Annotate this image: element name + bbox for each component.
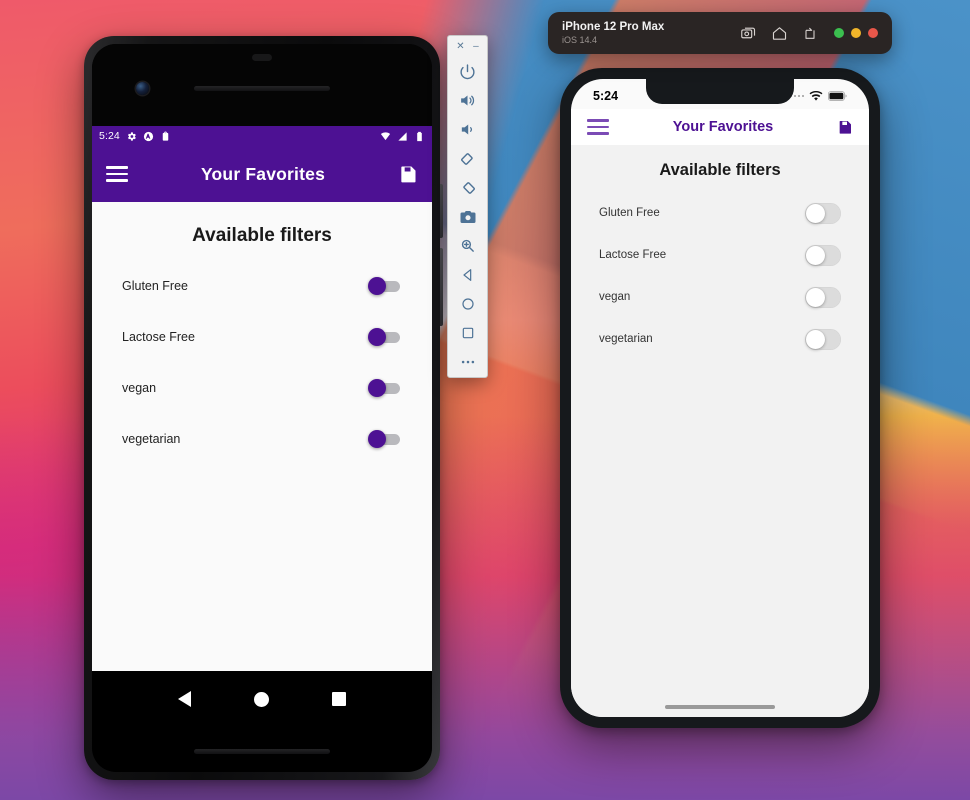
ios-status-time: 5:24 xyxy=(593,89,619,103)
ios-os-version: iOS 14.4 xyxy=(562,34,598,45)
ios-app-bar: Your Favorites xyxy=(571,109,869,145)
floppy-disk-save-icon[interactable] xyxy=(837,119,853,135)
filter-label: vegetarian xyxy=(122,431,181,446)
ios-screen: 5:24 Your Favorites Available filters Gl… xyxy=(571,79,869,717)
emulator-window-buttons: ✕ – xyxy=(448,36,487,57)
hamburger-menu-icon[interactable] xyxy=(106,166,128,182)
volume-down-button[interactable] xyxy=(447,115,488,144)
toggle-switch-lactose-free[interactable] xyxy=(368,327,402,346)
rotate-left-button[interactable] xyxy=(447,144,488,173)
wifi-icon xyxy=(380,131,391,140)
toggle-switch-vegetarian[interactable] xyxy=(368,429,402,448)
ios-simulator-titlebar: iPhone 12 Pro Max iOS 14.4 xyxy=(548,12,892,54)
android-status-time: 5:24 xyxy=(99,130,120,142)
android-status-bar: 5:24 xyxy=(92,126,432,146)
filter-label: vegan xyxy=(122,380,157,395)
filter-label: Lactose Free xyxy=(122,329,195,344)
screenshot-icon[interactable] xyxy=(740,25,757,42)
battery-icon xyxy=(417,131,422,141)
ios-notch xyxy=(646,79,794,104)
close-window-button[interactable] xyxy=(868,28,878,38)
filter-label: Gluten Free xyxy=(599,207,660,219)
android-navigation-bar xyxy=(92,671,432,727)
cellular-icon xyxy=(398,131,407,141)
home-icon[interactable] xyxy=(771,25,788,42)
volume-up-button[interactable] xyxy=(447,86,488,115)
table-row[interactable]: Gluten Free xyxy=(92,263,432,308)
ios-content: Available filters Gluten Free Lactose Fr… xyxy=(571,145,869,717)
filter-label: Gluten Free xyxy=(122,278,189,293)
ios-simulator-window: iPhone 12 Pro Max iOS 14.4 5:24 Your Fav… xyxy=(548,12,892,728)
table-row[interactable]: vegan xyxy=(92,365,432,410)
more-options-button[interactable] xyxy=(447,347,488,376)
android-screen: 5:24 Your Favorites Available filters Gl… xyxy=(92,126,432,671)
filter-label: vegan xyxy=(599,291,631,303)
toggle-switch-gluten-free[interactable] xyxy=(368,276,402,295)
wifi-icon xyxy=(809,90,823,101)
ios-page-heading: Available filters xyxy=(659,161,781,179)
table-row[interactable]: Lactose Free xyxy=(92,314,432,359)
close-icon[interactable]: ✕ xyxy=(456,41,464,52)
earpiece-speaker xyxy=(194,86,330,91)
emulator-toolbar: ✕ – xyxy=(447,35,488,378)
home-button[interactable] xyxy=(447,289,488,318)
toggle-switch-vegetarian[interactable] xyxy=(805,328,841,350)
window-traffic-lights xyxy=(834,28,878,38)
list-item[interactable]: vegan xyxy=(571,276,869,318)
toggle-switch-gluten-free[interactable] xyxy=(805,202,841,224)
rotate-icon[interactable] xyxy=(802,25,818,41)
screenshot-camera-button[interactable] xyxy=(447,202,488,231)
ios-app-title: Your Favorites xyxy=(672,119,774,135)
list-item[interactable]: Lactose Free xyxy=(571,234,869,276)
recents-button[interactable] xyxy=(332,692,347,706)
ios-home-indicator[interactable] xyxy=(665,705,775,709)
bottom-speaker xyxy=(194,749,330,754)
android-app-title: Your Favorites xyxy=(200,163,326,184)
toggle-switch-lactose-free[interactable] xyxy=(805,244,841,266)
back-button[interactable] xyxy=(177,691,191,707)
minimize-icon[interactable]: – xyxy=(473,41,479,52)
android-content: Available filters Gluten Free Lactose Fr… xyxy=(92,202,432,461)
back-button[interactable] xyxy=(447,260,488,289)
overview-button[interactable] xyxy=(447,318,488,347)
battery-icon xyxy=(828,91,847,101)
android-page-heading: Available filters xyxy=(192,225,332,246)
rotate-right-button[interactable] xyxy=(447,173,488,202)
android-device-body: 5:24 Your Favorites Available filters Gl… xyxy=(92,44,432,772)
home-button[interactable] xyxy=(253,691,269,707)
power-button[interactable] xyxy=(447,57,488,86)
ios-device-frame: 5:24 Your Favorites Available filters Gl… xyxy=(560,68,880,728)
clipboard-icon xyxy=(162,131,169,141)
hamburger-menu-icon[interactable] xyxy=(587,119,609,135)
list-item[interactable]: vegetarian xyxy=(571,318,869,360)
front-camera-icon xyxy=(136,82,149,95)
android-top-slot xyxy=(252,54,272,61)
toggle-switch-vegan[interactable] xyxy=(805,286,841,308)
table-row[interactable]: vegetarian xyxy=(92,416,432,461)
list-item[interactable]: Gluten Free xyxy=(571,192,869,234)
ios-device-name: iPhone 12 Pro Max xyxy=(562,20,665,33)
floppy-disk-save-icon[interactable] xyxy=(398,164,418,184)
android-top-bezel xyxy=(92,44,432,126)
zoom-button[interactable] xyxy=(447,231,488,260)
minimize-window-button[interactable] xyxy=(851,28,861,38)
gear-icon xyxy=(127,131,136,141)
toggle-switch-vegan[interactable] xyxy=(368,378,402,397)
android-app-bar: Your Favorites xyxy=(92,146,432,202)
zoom-window-button[interactable] xyxy=(834,28,844,38)
android-emulator-device: 5:24 Your Favorites Available filters Gl… xyxy=(84,36,443,780)
circle-a-icon xyxy=(143,131,153,141)
desktop-background: 5:24 Your Favorites Available filters Gl… xyxy=(0,0,970,800)
filter-label: Lactose Free xyxy=(599,249,667,261)
android-power-button[interactable] xyxy=(440,184,443,238)
android-volume-button[interactable] xyxy=(440,248,443,326)
filter-label: vegetarian xyxy=(599,333,653,345)
